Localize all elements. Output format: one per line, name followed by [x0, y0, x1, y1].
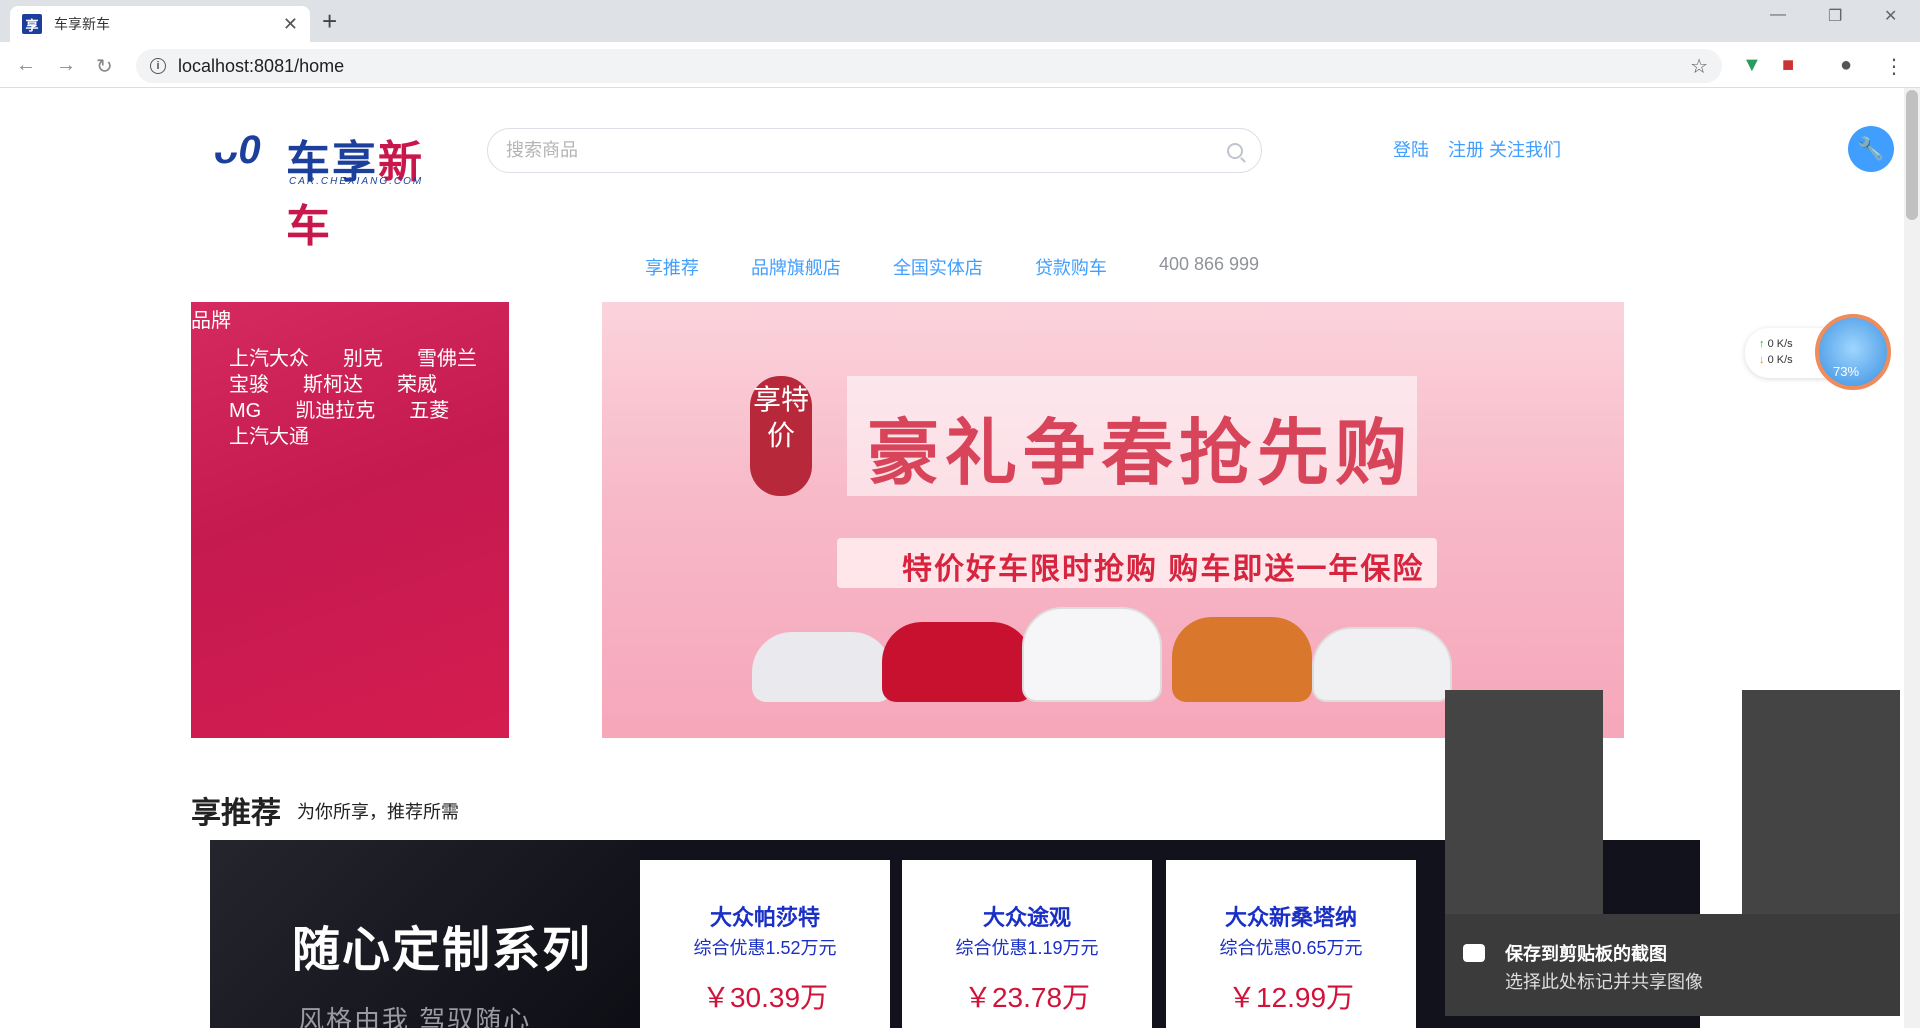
- car-name: 大众帕莎特: [709, 905, 820, 930]
- brand-item[interactable]: 荣威: [397, 372, 437, 398]
- bookmark-star-icon[interactable]: ☆: [1690, 54, 1708, 79]
- car-discount: 综合优惠0.65万元: [1219, 938, 1363, 958]
- car-name: 大众途观: [982, 905, 1071, 930]
- promo-banner[interactable]: 享特价 豪礼争春抢先购 特价好车限时抢购 购车即送一年保险: [602, 302, 1624, 738]
- search-icon[interactable]: [1227, 142, 1243, 159]
- section-title: 享推荐: [191, 797, 281, 830]
- brand-item[interactable]: 上汽大通: [229, 424, 309, 450]
- brand-item[interactable]: 斯柯达: [303, 372, 363, 398]
- url-text: localhost:8081/home: [178, 55, 345, 76]
- brand-item[interactable]: 上汽大众: [229, 346, 309, 372]
- nav-item-brand-store[interactable]: 品牌旗舰店: [751, 254, 841, 280]
- site-logo[interactable]: ᴗ0 车享新车 CAR.CHEXIANG.COM: [214, 122, 464, 251]
- banner-headline: 豪礼争春抢先购: [867, 410, 1414, 495]
- menu-icon[interactable]: ⋮: [1884, 54, 1904, 79]
- page-scrollbar[interactable]: [1904, 88, 1920, 1028]
- extension-icon[interactable]: ■: [1782, 54, 1794, 77]
- image-icon: [1463, 944, 1485, 962]
- nav-phone: 400 866 999: [1158, 254, 1260, 274]
- logo-subtitle: CAR.CHEXIANG.COM: [289, 176, 424, 187]
- brand-panel: 品牌 上汽大众 别克 雪佛兰 宝骏 斯柯达 荣威 MG 凯迪拉克 五菱 上汽大通: [191, 302, 509, 738]
- address-bar[interactable]: i localhost:8081/home ☆: [136, 49, 1722, 83]
- assistant-percent: 73%: [1833, 364, 1860, 379]
- vue-devtools-icon[interactable]: ▼: [1742, 54, 1762, 77]
- window-close-icon[interactable]: ✕: [1884, 6, 1897, 26]
- favicon-icon: 享: [22, 14, 42, 34]
- browser-tabbar: 享 车享新车 ✕ + — ❐ ✕: [0, 0, 1920, 42]
- car-price: ￥12.99万: [1227, 982, 1355, 1013]
- car-card[interactable]: 大众帕莎特 综合优惠1.52万元 ￥30.39万: [640, 860, 890, 1028]
- nav-item-recommend[interactable]: 享推荐: [645, 254, 699, 280]
- toast-title: 保存到剪贴板的截图: [1505, 944, 1667, 964]
- search-box[interactable]: [487, 128, 1262, 173]
- car-image: [1312, 627, 1452, 702]
- car-image: [1172, 617, 1312, 702]
- promo-subtitle: 风格由我 驾驭随心: [298, 1005, 532, 1028]
- clipboard-toast[interactable]: 保存到剪贴板的截图 选择此处标记并共享图像: [1445, 914, 1900, 1016]
- assistant-avatar-icon[interactable]: 73%: [1815, 314, 1891, 390]
- browser-toolbar: ← → ↻ i localhost:8081/home ☆ ▼ ■ ● ⋮: [0, 42, 1920, 88]
- reload-icon[interactable]: ↻: [96, 54, 113, 79]
- car-price: ￥30.39万: [701, 982, 829, 1013]
- nav-item-stores[interactable]: 全国实体店: [893, 254, 983, 280]
- car-price: ￥23.78万: [963, 982, 1091, 1013]
- brand-item[interactable]: MG: [229, 398, 261, 424]
- car-discount: 综合优惠1.52万元: [693, 938, 837, 958]
- logo-text: 车享新车: [286, 138, 424, 251]
- profile-icon[interactable]: ●: [1840, 54, 1852, 77]
- forward-icon[interactable]: →: [56, 54, 76, 77]
- banner-seal: 享特价: [750, 376, 812, 496]
- top-links: 登陆 注册 关注我们: [1393, 136, 1575, 162]
- back-icon[interactable]: ←: [16, 54, 36, 77]
- browser-tab[interactable]: 享 车享新车 ✕: [10, 6, 310, 42]
- tab-title: 车享新车: [54, 16, 110, 32]
- brand-item[interactable]: 别克: [343, 346, 383, 372]
- toast-subtitle: 选择此处标记并共享图像: [1505, 972, 1703, 992]
- car-image: [882, 622, 1032, 702]
- car-image: [1022, 607, 1162, 702]
- scrollbar-thumb[interactable]: [1906, 90, 1918, 220]
- section-subtitle: 为你所享，推荐所需: [297, 802, 459, 822]
- brand-item[interactable]: 五菱: [409, 398, 449, 424]
- car-name: 大众新桑塔纳: [1224, 905, 1357, 930]
- site-info-icon[interactable]: i: [150, 58, 166, 74]
- banner-cars-image: [752, 592, 1472, 702]
- logo-mark: ᴗ0: [214, 128, 261, 172]
- search-input[interactable]: [506, 140, 1227, 161]
- car-image: [752, 632, 892, 702]
- wrench-icon[interactable]: 🔧: [1848, 126, 1894, 172]
- banner-ribbon-text: 特价好车限时抢购 购车即送一年保险: [902, 553, 1425, 586]
- car-discount: 综合优惠1.19万元: [955, 938, 1099, 958]
- brand-item[interactable]: 宝骏: [229, 372, 269, 398]
- main-nav: 享推荐 品牌旗舰店 全国实体店 贷款购车 400 866 999: [0, 254, 1904, 280]
- register-follow-link[interactable]: 注册 关注我们: [1448, 140, 1561, 160]
- promo-title: 随心定制系列: [292, 924, 593, 977]
- brand-list: 上汽大众 别克 雪佛兰 宝骏 斯柯达 荣威 MG 凯迪拉克 五菱 上汽大通: [229, 346, 499, 450]
- car-card[interactable]: 大众新桑塔纳 综合优惠0.65万元 ￥12.99万: [1166, 860, 1416, 1028]
- brand-panel-title: 品牌: [191, 310, 231, 332]
- page: ᴗ0 车享新车 CAR.CHEXIANG.COM 登陆 注册 关注我们 🔧 享推…: [0, 88, 1904, 1028]
- restore-icon[interactable]: ❐: [1828, 6, 1842, 26]
- minimize-icon[interactable]: —: [1770, 6, 1786, 24]
- close-tab-icon[interactable]: ✕: [283, 14, 298, 35]
- brand-item[interactable]: 雪佛兰: [417, 346, 477, 372]
- new-tab-button[interactable]: +: [322, 6, 337, 37]
- brand-item[interactable]: 凯迪拉克: [295, 398, 375, 424]
- car-card[interactable]: 大众途观 综合优惠1.19万元 ￥23.78万: [902, 860, 1152, 1028]
- nav-item-loan[interactable]: 贷款购车: [1035, 254, 1107, 280]
- login-link[interactable]: 登陆: [1393, 140, 1429, 160]
